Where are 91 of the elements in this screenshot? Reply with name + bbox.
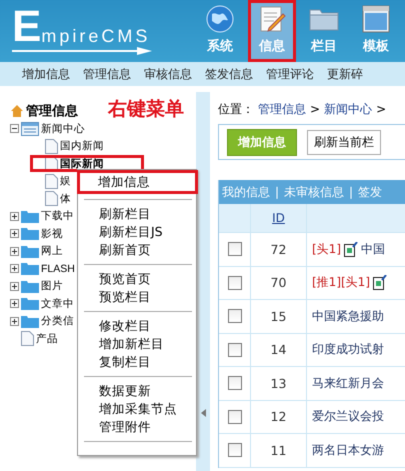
window-icon (361, 4, 391, 34)
menu-link[interactable]: 更新碎 (327, 66, 363, 82)
sidebar-title: 管理信息 (26, 103, 78, 120)
row-checkbox[interactable] (228, 309, 242, 324)
menu-item[interactable]: 数据更新 (78, 382, 196, 400)
menu-link[interactable]: 签发信息 (205, 66, 253, 82)
menu-item[interactable]: 刷新栏目 (78, 205, 196, 223)
folder-icon (21, 297, 39, 310)
menu-item[interactable]: 复制栏目 (78, 353, 196, 371)
id-cell: 15 (270, 308, 286, 324)
menu-item[interactable]: 增加信息 (77, 170, 198, 194)
id-cell: 70 (270, 275, 286, 290)
tree-item[interactable]: 下载中 (41, 209, 74, 224)
folder-icon (21, 210, 39, 223)
expand-icon[interactable] (10, 246, 19, 256)
page-icon (45, 138, 58, 154)
tree-item[interactable]: 产品 (36, 332, 58, 346)
logo-initial: E (12, 7, 42, 47)
menu-item[interactable]: 预览首页 (78, 270, 196, 288)
row-checkbox[interactable] (228, 276, 242, 290)
title-link[interactable]: 爱尔兰议会投 (312, 408, 384, 426)
menu-item[interactable]: 刷新栏目JS (78, 223, 196, 241)
tag-label: [头1] (312, 240, 341, 258)
title-link[interactable]: 中国紧急援助 (312, 308, 384, 325)
row-checkbox[interactable] (228, 342, 242, 357)
folder-icon (21, 314, 39, 328)
list-icon (21, 122, 39, 136)
menu-item[interactable]: 刷新首页 (78, 241, 196, 259)
tree-item[interactable]: 娱 (60, 174, 71, 188)
menu-item[interactable]: 预览栏目 (78, 288, 196, 306)
tree-item[interactable]: 国内新闻 (60, 139, 104, 154)
annotation-text: 右键菜单 (108, 97, 184, 122)
id-cell: 72 (270, 242, 286, 257)
folder-icon (21, 280, 39, 293)
row-checkbox[interactable] (228, 376, 242, 390)
tree-item[interactable]: 体 (60, 192, 71, 206)
tree-item[interactable]: 分类信 (41, 314, 74, 328)
collapse-icon[interactable] (10, 124, 19, 134)
tree-item[interactable]: 新闻中心 (41, 122, 85, 136)
breadcrumb-label: 位置： (218, 100, 254, 118)
id-cell: 12 (270, 409, 286, 424)
folder-icon (21, 244, 39, 258)
menu-item[interactable]: 增加采集节点 (78, 400, 196, 418)
expand-icon[interactable] (10, 229, 19, 238)
page-icon (21, 331, 34, 346)
title-link[interactable]: 印度成功试射 (312, 341, 384, 358)
tree-item[interactable]: 网上 (41, 244, 63, 258)
arrow-icon (12, 47, 152, 55)
refresh-button[interactable]: 刷新当前栏 (307, 130, 381, 154)
breadcrumb-separator: > (310, 102, 320, 116)
menu-item[interactable]: 增加新栏目 (78, 335, 196, 353)
breadcrumb-link[interactable]: 管理信息 (258, 100, 306, 118)
menu-link[interactable]: 审核信息 (144, 66, 192, 82)
title-link[interactable]: 马来红新月会 (312, 374, 384, 392)
expand-icon[interactable] (10, 264, 19, 274)
menu-item[interactable]: 修改栏目 (78, 317, 196, 335)
breadcrumb-separator: > (376, 102, 386, 116)
tag-label: [推1][头1] (312, 274, 370, 292)
title-link[interactable]: 中国 (361, 240, 385, 258)
menu-item[interactable]: 管理附件 (78, 418, 196, 436)
logo-text: mpireCMS (41, 25, 150, 47)
breadcrumb-link[interactable]: 新闻中心 (324, 100, 372, 118)
collapse-arrow-icon[interactable] (200, 409, 206, 417)
tree-item[interactable]: FLASH (41, 262, 75, 275)
tab-separator: | (349, 185, 354, 199)
menu-link[interactable]: 增加信息 (22, 66, 70, 82)
page-icon (45, 174, 58, 189)
id-cell: 13 (270, 376, 286, 391)
row-checkbox[interactable] (228, 410, 242, 424)
house-icon (10, 104, 24, 118)
tab-separator: | (275, 185, 280, 199)
tree-item[interactable]: 文章中 (41, 296, 74, 311)
tree-item[interactable]: 国际新闻 (60, 156, 104, 171)
tree-item[interactable]: 图片 (41, 279, 63, 294)
expand-icon[interactable] (10, 316, 19, 326)
globe-icon (205, 4, 235, 34)
folder-icon (21, 227, 39, 240)
title-link[interactable]: 两名日本女游 (312, 442, 384, 459)
expand-icon[interactable] (10, 212, 19, 221)
id-header[interactable]: ID (272, 211, 285, 225)
page-icon (45, 191, 58, 206)
row-checkbox[interactable] (228, 242, 242, 256)
menu-link[interactable]: 管理评论 (266, 66, 314, 82)
tree-item[interactable]: 影视 (41, 226, 63, 241)
folder-icon (21, 262, 39, 276)
id-cell: 14 (270, 342, 286, 358)
expand-icon[interactable] (10, 282, 19, 291)
id-cell: 11 (270, 442, 286, 458)
row-checkbox[interactable] (228, 443, 242, 458)
menu-link[interactable]: 管理信息 (83, 66, 131, 82)
expand-icon[interactable] (10, 299, 19, 308)
